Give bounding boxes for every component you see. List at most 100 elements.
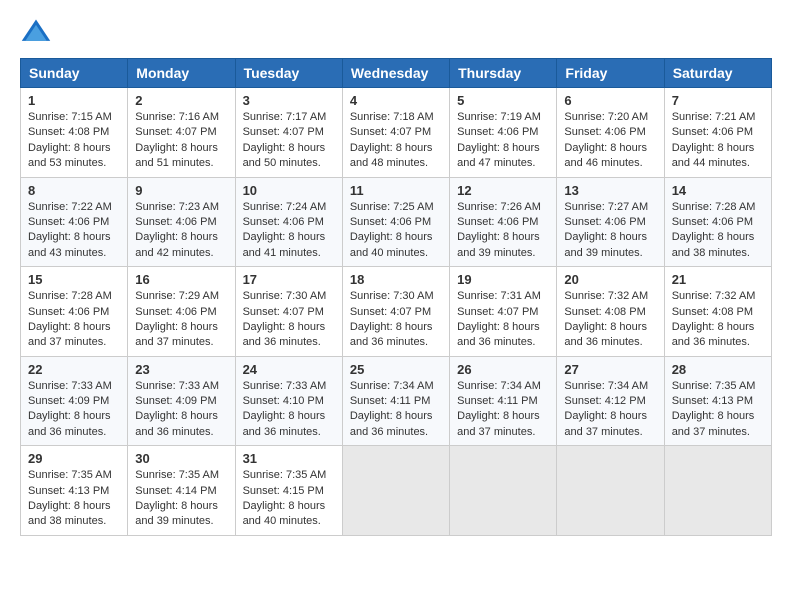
daylight-text: Daylight: 8 hours and 36 minutes. [564,320,656,351]
calendar-cell: 1 Sunrise: 7:15 AM Sunset: 4:08 PM Dayli… [21,88,128,178]
daylight-text: Daylight: 8 hours and 41 minutes. [243,230,335,261]
day-number: 3 [243,93,335,108]
daylight-text: Daylight: 8 hours and 36 minutes. [350,409,442,440]
day-number: 13 [564,183,656,198]
sunrise-text: Sunrise: 7:19 AM [457,110,549,125]
sunrise-text: Sunrise: 7:18 AM [350,110,442,125]
daylight-text: Daylight: 8 hours and 43 minutes. [28,230,120,261]
daylight-text: Daylight: 8 hours and 39 minutes. [564,230,656,261]
day-number: 8 [28,183,120,198]
daylight-text: Daylight: 8 hours and 44 minutes. [672,141,764,172]
sunset-text: Sunset: 4:09 PM [135,394,227,409]
sunrise-text: Sunrise: 7:35 AM [243,468,335,483]
sunset-text: Sunset: 4:07 PM [350,305,442,320]
sunrise-text: Sunrise: 7:31 AM [457,289,549,304]
sunrise-text: Sunrise: 7:32 AM [672,289,764,304]
day-number: 6 [564,93,656,108]
day-number: 25 [350,362,442,377]
logo-icon [20,16,52,48]
calendar-cell: 2 Sunrise: 7:16 AM Sunset: 4:07 PM Dayli… [128,88,235,178]
day-number: 22 [28,362,120,377]
calendar-cell: 22 Sunrise: 7:33 AM Sunset: 4:09 PM Dayl… [21,356,128,446]
calendar-cell: 10 Sunrise: 7:24 AM Sunset: 4:06 PM Dayl… [235,177,342,267]
sunrise-text: Sunrise: 7:35 AM [28,468,120,483]
calendar-cell [450,446,557,536]
day-number: 18 [350,272,442,287]
calendar-cell: 21 Sunrise: 7:32 AM Sunset: 4:08 PM Dayl… [664,267,771,357]
calendar-cell: 29 Sunrise: 7:35 AM Sunset: 4:13 PM Dayl… [21,446,128,536]
daylight-text: Daylight: 8 hours and 36 minutes. [457,320,549,351]
sunset-text: Sunset: 4:06 PM [564,125,656,140]
sunset-text: Sunset: 4:08 PM [564,305,656,320]
sunrise-text: Sunrise: 7:34 AM [457,379,549,394]
calendar-cell: 7 Sunrise: 7:21 AM Sunset: 4:06 PM Dayli… [664,88,771,178]
calendar-week-row: 8 Sunrise: 7:22 AM Sunset: 4:06 PM Dayli… [21,177,772,267]
daylight-text: Daylight: 8 hours and 42 minutes. [135,230,227,261]
daylight-text: Daylight: 8 hours and 38 minutes. [672,230,764,261]
sunrise-text: Sunrise: 7:33 AM [243,379,335,394]
sunrise-text: Sunrise: 7:23 AM [135,200,227,215]
calendar-header-row: SundayMondayTuesdayWednesdayThursdayFrid… [21,59,772,88]
sunrise-text: Sunrise: 7:35 AM [135,468,227,483]
day-number: 26 [457,362,549,377]
daylight-text: Daylight: 8 hours and 47 minutes. [457,141,549,172]
day-number: 15 [28,272,120,287]
calendar-cell [342,446,449,536]
sunset-text: Sunset: 4:06 PM [28,305,120,320]
sunset-text: Sunset: 4:07 PM [135,125,227,140]
daylight-text: Daylight: 8 hours and 38 minutes. [28,499,120,530]
daylight-text: Daylight: 8 hours and 53 minutes. [28,141,120,172]
calendar-cell: 20 Sunrise: 7:32 AM Sunset: 4:08 PM Dayl… [557,267,664,357]
calendar-cell: 23 Sunrise: 7:33 AM Sunset: 4:09 PM Dayl… [128,356,235,446]
daylight-text: Daylight: 8 hours and 36 minutes. [28,409,120,440]
sunrise-text: Sunrise: 7:34 AM [564,379,656,394]
calendar-week-row: 22 Sunrise: 7:33 AM Sunset: 4:09 PM Dayl… [21,356,772,446]
calendar-cell: 19 Sunrise: 7:31 AM Sunset: 4:07 PM Dayl… [450,267,557,357]
sunset-text: Sunset: 4:13 PM [672,394,764,409]
sunrise-text: Sunrise: 7:33 AM [135,379,227,394]
day-number: 9 [135,183,227,198]
sunset-text: Sunset: 4:11 PM [350,394,442,409]
day-number: 27 [564,362,656,377]
col-header-thursday: Thursday [450,59,557,88]
sunset-text: Sunset: 4:07 PM [350,125,442,140]
calendar-cell: 17 Sunrise: 7:30 AM Sunset: 4:07 PM Dayl… [235,267,342,357]
col-header-saturday: Saturday [664,59,771,88]
day-number: 30 [135,451,227,466]
col-header-monday: Monday [128,59,235,88]
sunrise-text: Sunrise: 7:15 AM [28,110,120,125]
day-number: 29 [28,451,120,466]
day-number: 19 [457,272,549,287]
daylight-text: Daylight: 8 hours and 46 minutes. [564,141,656,172]
sunset-text: Sunset: 4:08 PM [28,125,120,140]
day-number: 7 [672,93,764,108]
calendar-cell: 3 Sunrise: 7:17 AM Sunset: 4:07 PM Dayli… [235,88,342,178]
sunrise-text: Sunrise: 7:34 AM [350,379,442,394]
sunset-text: Sunset: 4:13 PM [28,484,120,499]
sunrise-text: Sunrise: 7:28 AM [672,200,764,215]
daylight-text: Daylight: 8 hours and 36 minutes. [350,320,442,351]
sunrise-text: Sunrise: 7:21 AM [672,110,764,125]
sunset-text: Sunset: 4:06 PM [457,215,549,230]
calendar-cell: 12 Sunrise: 7:26 AM Sunset: 4:06 PM Dayl… [450,177,557,267]
daylight-text: Daylight: 8 hours and 36 minutes. [243,409,335,440]
page-header [20,16,772,48]
day-number: 2 [135,93,227,108]
sunset-text: Sunset: 4:12 PM [564,394,656,409]
daylight-text: Daylight: 8 hours and 37 minutes. [672,409,764,440]
sunset-text: Sunset: 4:06 PM [28,215,120,230]
calendar-cell: 31 Sunrise: 7:35 AM Sunset: 4:15 PM Dayl… [235,446,342,536]
sunset-text: Sunset: 4:06 PM [564,215,656,230]
sunset-text: Sunset: 4:06 PM [457,125,549,140]
calendar-cell: 28 Sunrise: 7:35 AM Sunset: 4:13 PM Dayl… [664,356,771,446]
day-number: 28 [672,362,764,377]
calendar-week-row: 29 Sunrise: 7:35 AM Sunset: 4:13 PM Dayl… [21,446,772,536]
sunset-text: Sunset: 4:10 PM [243,394,335,409]
sunrise-text: Sunrise: 7:16 AM [135,110,227,125]
calendar-cell: 24 Sunrise: 7:33 AM Sunset: 4:10 PM Dayl… [235,356,342,446]
sunrise-text: Sunrise: 7:22 AM [28,200,120,215]
calendar-cell: 6 Sunrise: 7:20 AM Sunset: 4:06 PM Dayli… [557,88,664,178]
calendar-cell: 5 Sunrise: 7:19 AM Sunset: 4:06 PM Dayli… [450,88,557,178]
day-number: 10 [243,183,335,198]
sunrise-text: Sunrise: 7:25 AM [350,200,442,215]
